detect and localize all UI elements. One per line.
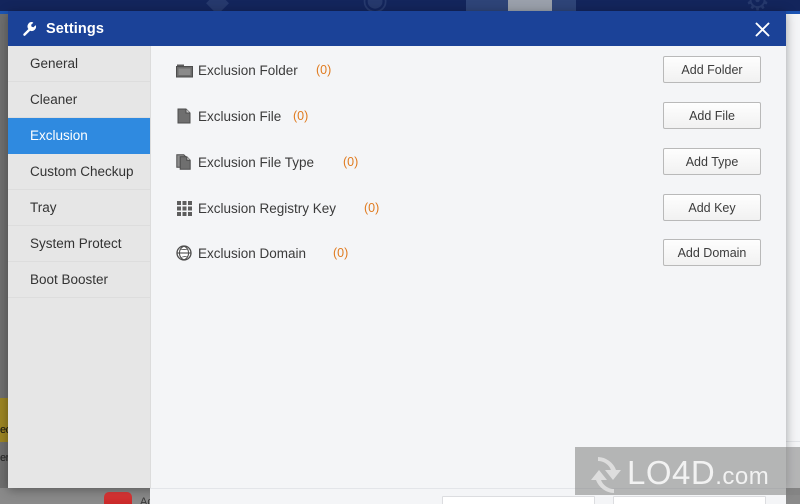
background-topbar-highlight xyxy=(508,0,552,11)
exclusion-row-domain: Exclusion Domain (0) Add Domain xyxy=(151,239,786,266)
exclusion-domain-count: (0) xyxy=(333,246,349,260)
dialog-titlebar: Settings xyxy=(8,11,786,46)
sidebar-item-label: Exclusion xyxy=(30,128,88,143)
exclusion-registry-key-count: (0) xyxy=(364,201,380,215)
exclusion-row-file: Exclusion File (0) Add File xyxy=(151,102,786,129)
sidebar-item-label: General xyxy=(30,56,79,71)
sidebar-item-label: Cleaner xyxy=(30,92,78,107)
settings-dialog: Settings General Cleaner Exclusion Custo… xyxy=(8,11,786,504)
sidebar-item-boot-booster[interactable]: Boot Booster xyxy=(8,262,150,298)
sidebar-item-exclusion[interactable]: Exclusion xyxy=(8,118,150,154)
folder-icon xyxy=(175,61,193,79)
exclusion-row-registry-key: Exclusion Registry Key (0) Add Key xyxy=(151,194,786,221)
exclusion-file-type-count: (0) xyxy=(343,155,359,169)
exclusion-folder-label: Exclusion Folder xyxy=(198,62,298,78)
sidebar-item-tray[interactable]: Tray xyxy=(8,190,150,226)
close-button[interactable] xyxy=(748,17,776,41)
exclusion-row-file-type: Exclusion File Type (0) Add Type xyxy=(151,148,786,175)
sidebar-item-label: Tray xyxy=(30,200,57,215)
settings-sidebar: General Cleaner Exclusion Custom Checkup… xyxy=(8,46,151,488)
background-notification-icon xyxy=(104,492,132,504)
exclusion-row-folder: Exclusion Folder (0) Add Folder xyxy=(151,56,786,83)
exclusion-registry-key-label: Exclusion Registry Key xyxy=(198,200,337,216)
exclusion-file-type-label: Exclusion File Type xyxy=(198,154,315,170)
exclusion-folder-count: (0) xyxy=(316,63,332,77)
sidebar-item-system-protect[interactable]: System Protect xyxy=(8,226,150,262)
sidebar-item-label: System Protect xyxy=(30,236,122,251)
save-button[interactable]: Save xyxy=(442,496,595,504)
exclusion-domain-label: Exclusion Domain xyxy=(198,245,307,261)
screenshot-root: ed er ◆ ◉ ⚙ Adsbvnlrtifactions Elinal Se… xyxy=(0,0,800,504)
sidebar-item-custom-checkup[interactable]: Custom Checkup xyxy=(8,154,150,190)
exclusion-file-label: Exclusion File xyxy=(198,108,282,124)
dialog-title: Settings xyxy=(46,20,104,37)
add-folder-button[interactable]: Add Folder xyxy=(663,56,761,83)
cancel-button[interactable]: Cancel xyxy=(613,496,766,504)
sidebar-item-label: Boot Booster xyxy=(30,272,109,287)
add-file-button[interactable]: Add File xyxy=(663,102,761,129)
add-key-button[interactable]: Add Key xyxy=(663,194,761,221)
registry-grid-icon xyxy=(175,199,193,217)
close-icon xyxy=(755,22,769,36)
globe-icon xyxy=(175,244,193,262)
file-icon xyxy=(175,107,193,125)
exclusion-file-count: (0) xyxy=(293,109,309,123)
add-type-button[interactable]: Add Type xyxy=(663,148,761,175)
sidebar-item-cleaner[interactable]: Cleaner xyxy=(8,82,150,118)
dialog-body: General Cleaner Exclusion Custom Checkup… xyxy=(8,46,786,488)
sidebar-item-general[interactable]: General xyxy=(8,46,150,82)
file-copy-icon xyxy=(175,153,193,171)
settings-content: Exclusion Folder (0) Add Folder Exclusio… xyxy=(151,46,786,488)
add-domain-button[interactable]: Add Domain xyxy=(663,239,761,266)
wrench-icon xyxy=(23,21,37,36)
sidebar-item-label: Custom Checkup xyxy=(30,164,134,179)
